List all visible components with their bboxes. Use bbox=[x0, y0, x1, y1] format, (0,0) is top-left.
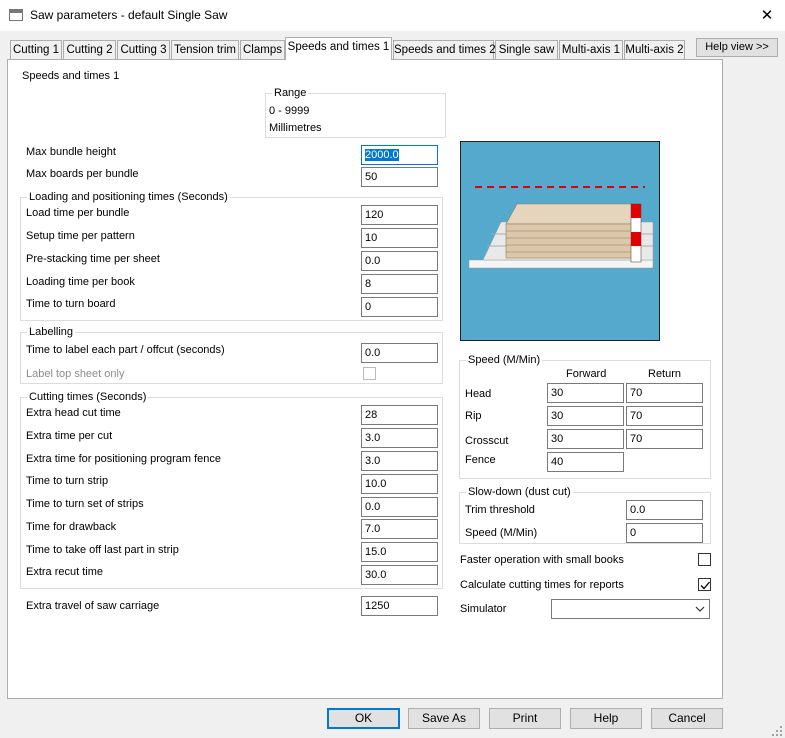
loading-group-title: Loading and positioning times (Seconds) bbox=[27, 191, 230, 203]
max-bundle-height-label: Max bundle height bbox=[26, 146, 116, 158]
tab-single-saw[interactable]: Single saw bbox=[495, 40, 558, 59]
tab-cutting-1[interactable]: Cutting 1 bbox=[10, 40, 62, 59]
tab-clamps[interactable]: Clamps bbox=[240, 40, 285, 59]
time-to-turn-strip-label: Time to turn strip bbox=[26, 475, 109, 487]
extra-time-per-cut-label: Extra time per cut bbox=[26, 430, 113, 442]
speed-fence-label: Fence bbox=[465, 454, 496, 466]
tab-multi-axis-2[interactable]: Multi-axis 2 bbox=[624, 40, 685, 59]
checkmark-icon bbox=[700, 581, 710, 590]
time-to-label-label: Time to label each part / offcut (second… bbox=[26, 344, 225, 356]
extra-travel-field[interactable]: 1250 bbox=[361, 596, 438, 616]
simulator-select[interactable] bbox=[551, 599, 710, 619]
time-to-label-field[interactable]: 0.0 bbox=[361, 343, 438, 363]
label-top-sheet-checkbox[interactable] bbox=[363, 367, 376, 380]
chevron-down-icon bbox=[695, 606, 705, 612]
table-base bbox=[468, 259, 654, 269]
saw-illustration bbox=[468, 186, 654, 269]
simulator-label: Simulator bbox=[460, 603, 507, 615]
fence-red-top bbox=[631, 204, 641, 218]
take-off-last-part-label: Time to take off last part in strip bbox=[26, 544, 179, 556]
speed-group-title: Speed (M/Min) bbox=[466, 354, 543, 366]
extra-time-fence-field[interactable]: 3.0 bbox=[361, 451, 438, 471]
speed-rip-forward-field[interactable]: 30 bbox=[547, 406, 624, 426]
speed-crosscut-forward-field[interactable]: 30 bbox=[547, 429, 624, 449]
tab-cutting-2[interactable]: Cutting 2 bbox=[63, 40, 116, 59]
tab-multi-axis-1[interactable]: Multi-axis 1 bbox=[559, 40, 623, 59]
time-to-turn-board-label: Time to turn board bbox=[26, 298, 116, 310]
speed-rip-label: Rip bbox=[465, 410, 482, 422]
load-time-per-bundle-field[interactable]: 120 bbox=[361, 205, 438, 225]
tab-cutting-3[interactable]: Cutting 3 bbox=[117, 40, 170, 59]
speed-crosscut-return-field[interactable]: 70 bbox=[626, 429, 703, 449]
speed-head-return-field[interactable]: 70 bbox=[626, 383, 703, 403]
print-button[interactable]: Print bbox=[489, 708, 561, 729]
labelling-group-title: Labelling bbox=[27, 326, 76, 338]
label-top-sheet-label: Label top sheet only bbox=[26, 368, 125, 380]
save-as-button[interactable]: Save As bbox=[408, 708, 480, 729]
resize-grip-icon[interactable] bbox=[771, 725, 783, 737]
time-to-turn-board-field[interactable]: 0 bbox=[361, 297, 438, 317]
speed-crosscut-label: Crosscut bbox=[465, 435, 509, 447]
speed-fence-forward-field[interactable]: 40 bbox=[547, 452, 624, 472]
extra-recut-time-field[interactable]: 30.0 bbox=[361, 565, 438, 585]
faster-operation-label: Faster operation with small books bbox=[460, 554, 624, 566]
range-title: Range bbox=[272, 87, 309, 99]
board-stack-front bbox=[505, 223, 634, 259]
setup-time-per-pattern-field[interactable]: 10 bbox=[361, 228, 438, 248]
section-title: Speeds and times 1 bbox=[22, 70, 120, 82]
cutting-times-title: Cutting times (Seconds) bbox=[27, 391, 149, 403]
board-stack-top bbox=[505, 203, 634, 225]
speed-col-forward: Forward bbox=[566, 368, 607, 380]
tab-speeds-and-times-2[interactable]: Speeds and times 2 bbox=[393, 40, 496, 59]
extra-time-fence-label: Extra time for positioning program fence bbox=[26, 453, 222, 465]
extra-head-cut-time-field[interactable]: 28 bbox=[361, 405, 438, 425]
time-for-drawback-label: Time for drawback bbox=[26, 521, 117, 533]
cancel-button[interactable]: Cancel bbox=[651, 708, 723, 729]
pre-stacking-time-label: Pre-stacking time per sheet bbox=[26, 253, 160, 265]
help-view-button[interactable]: Help view >> bbox=[696, 38, 778, 57]
speed-head-forward-field[interactable]: 30 bbox=[547, 383, 624, 403]
loading-time-per-book-field[interactable]: 8 bbox=[361, 274, 438, 294]
speed-col-return: Return bbox=[648, 368, 682, 380]
time-for-drawback-field[interactable]: 7.0 bbox=[361, 519, 438, 539]
tab-tension-trim[interactable]: Tension trim bbox=[171, 40, 239, 59]
loading-time-per-book-label: Loading time per book bbox=[26, 276, 135, 288]
app-icon bbox=[9, 9, 23, 21]
max-boards-per-bundle-label: Max boards per bundle bbox=[26, 168, 139, 180]
slowdown-group-title: Slow-down (dust cut) bbox=[466, 486, 573, 498]
time-to-turn-strip-field[interactable]: 10.0 bbox=[361, 474, 438, 494]
window-title: Saw parameters - default Single Saw bbox=[30, 8, 228, 22]
pre-stacking-time-field[interactable]: 0.0 bbox=[361, 251, 438, 271]
range-values: 0 - 9999 bbox=[269, 105, 310, 117]
speed-head-label: Head bbox=[465, 388, 492, 400]
max-bundle-height-field[interactable]: 2000.0 bbox=[361, 145, 438, 165]
load-time-per-bundle-label: Load time per bundle bbox=[26, 207, 130, 219]
calculate-cutting-times-label: Calculate cutting times for reports bbox=[460, 579, 624, 591]
slowdown-speed-label: Speed (M/Min) bbox=[465, 527, 538, 539]
max-bundle-height-value: 2000.0 bbox=[365, 149, 399, 161]
close-button[interactable]: ✕ bbox=[752, 4, 782, 28]
calculate-cutting-times-checkbox[interactable] bbox=[698, 578, 711, 591]
speed-rip-return-field[interactable]: 70 bbox=[626, 406, 703, 426]
faster-operation-checkbox[interactable] bbox=[698, 553, 711, 566]
fence-red-bottom bbox=[631, 232, 641, 246]
extra-time-per-cut-field[interactable]: 3.0 bbox=[361, 428, 438, 448]
extra-travel-label: Extra travel of saw carriage bbox=[26, 600, 160, 612]
trim-threshold-field[interactable]: 0.0 bbox=[626, 500, 703, 520]
time-to-turn-set-field[interactable]: 0.0 bbox=[361, 497, 438, 517]
take-off-last-part-field[interactable]: 15.0 bbox=[361, 542, 438, 562]
saw-preview-image bbox=[460, 141, 660, 341]
slowdown-speed-field[interactable]: 0 bbox=[626, 523, 703, 543]
ok-button[interactable]: OK bbox=[327, 708, 400, 729]
setup-time-per-pattern-label: Setup time per pattern bbox=[26, 230, 135, 242]
time-to-turn-set-label: Time to turn set of strips bbox=[26, 498, 144, 510]
help-button[interactable]: Help bbox=[570, 708, 642, 729]
extra-recut-time-label: Extra recut time bbox=[26, 566, 104, 578]
max-boards-per-bundle-field[interactable]: 50 bbox=[361, 167, 438, 187]
tab-speeds-and-times-1[interactable]: Speeds and times 1 bbox=[285, 37, 392, 60]
trim-threshold-label: Trim threshold bbox=[465, 504, 535, 516]
range-units: Millimetres bbox=[269, 122, 322, 134]
extra-head-cut-time-label: Extra head cut time bbox=[26, 407, 121, 419]
